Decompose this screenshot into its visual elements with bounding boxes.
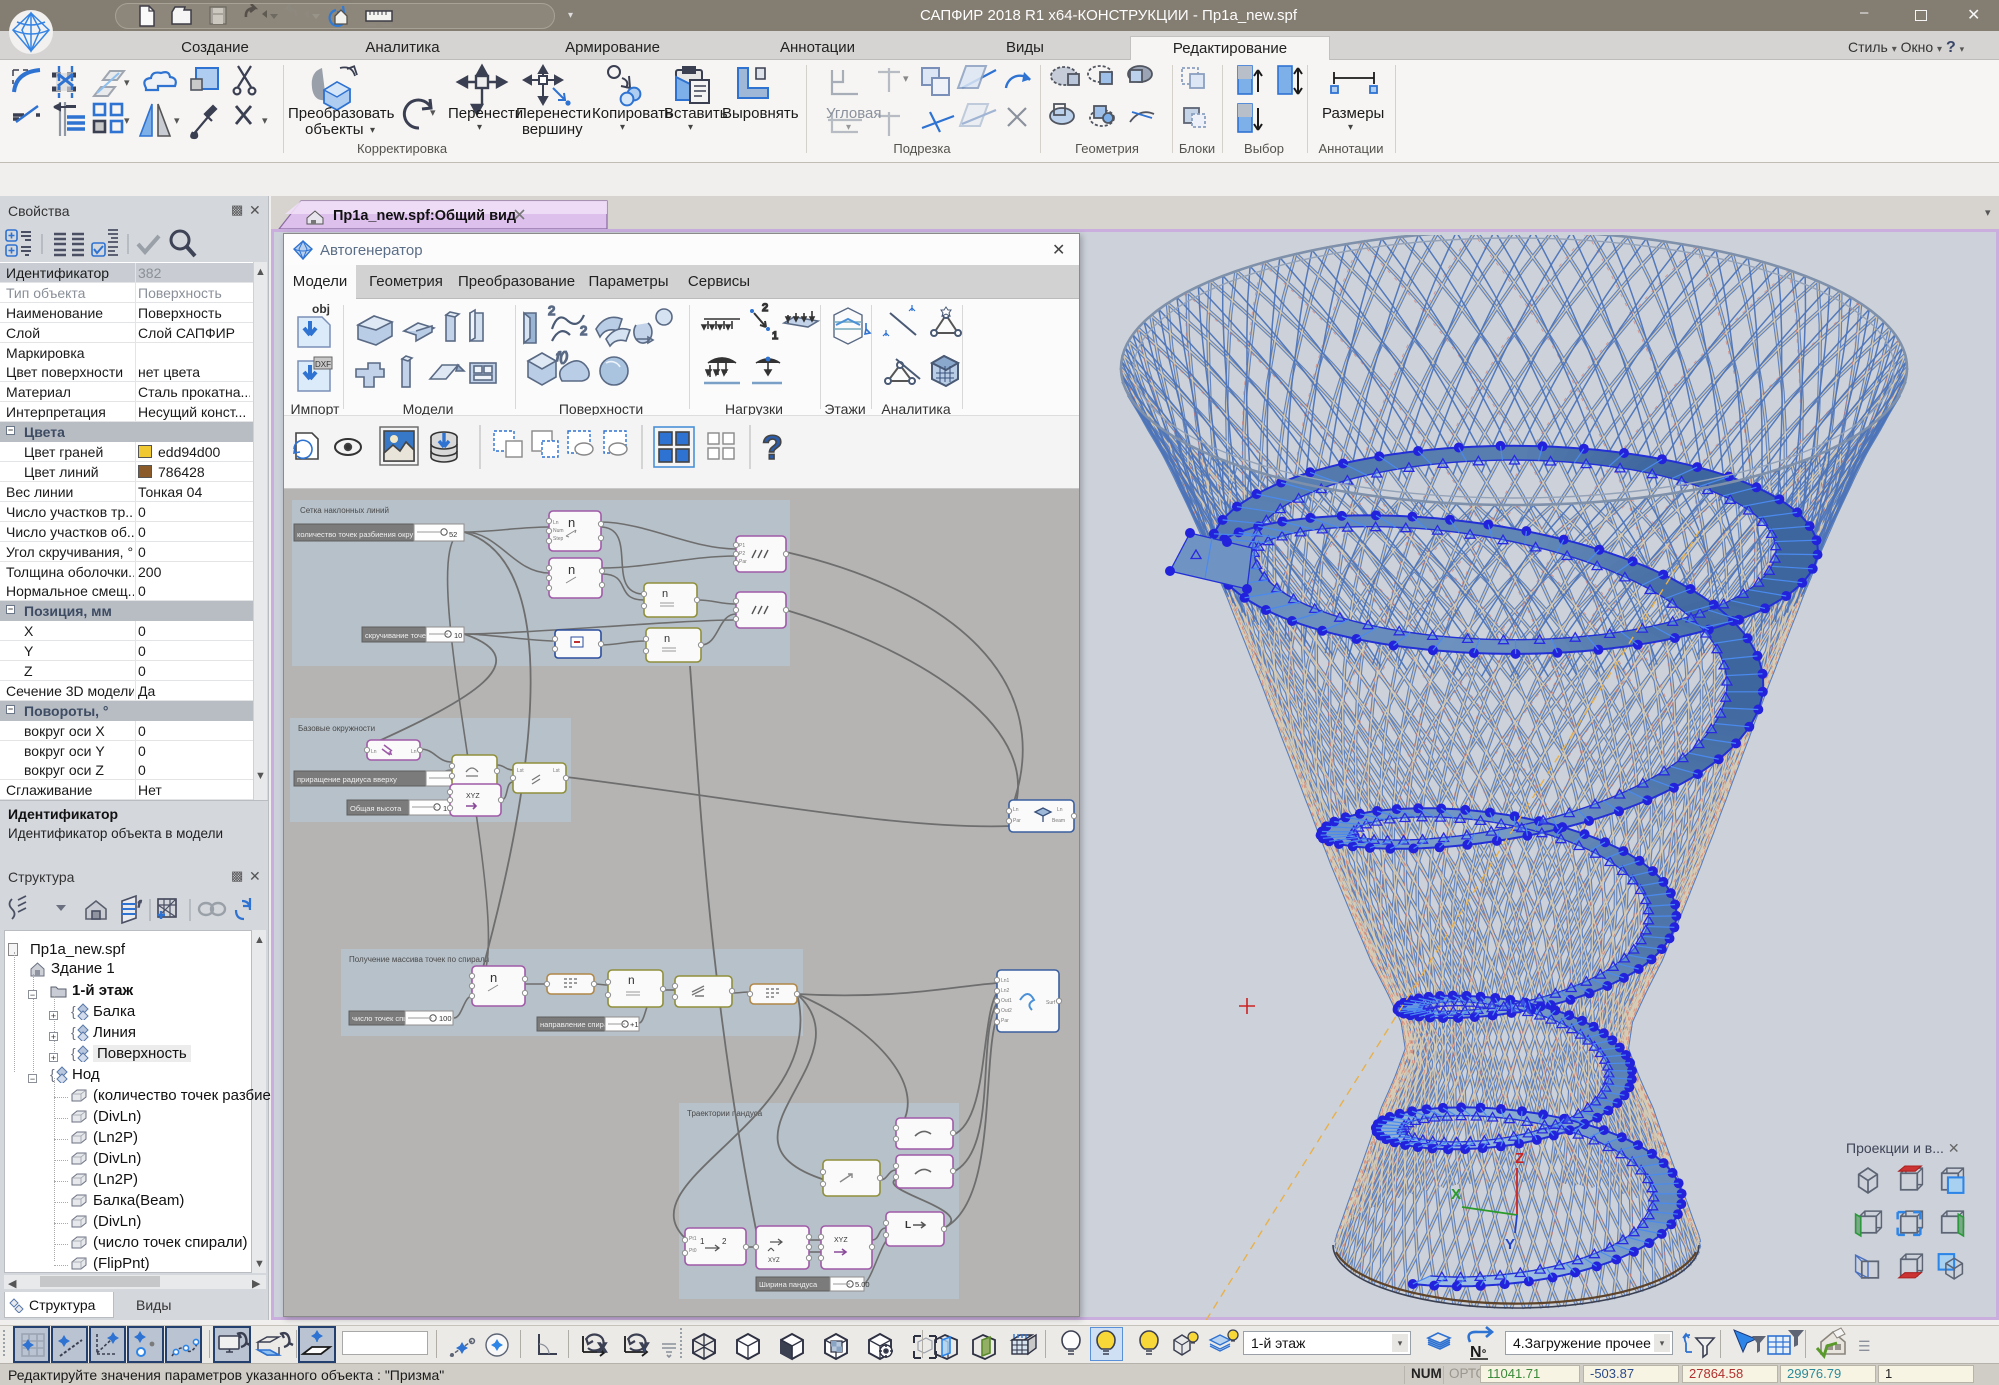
svg-text:º: º xyxy=(1482,1348,1486,1360)
